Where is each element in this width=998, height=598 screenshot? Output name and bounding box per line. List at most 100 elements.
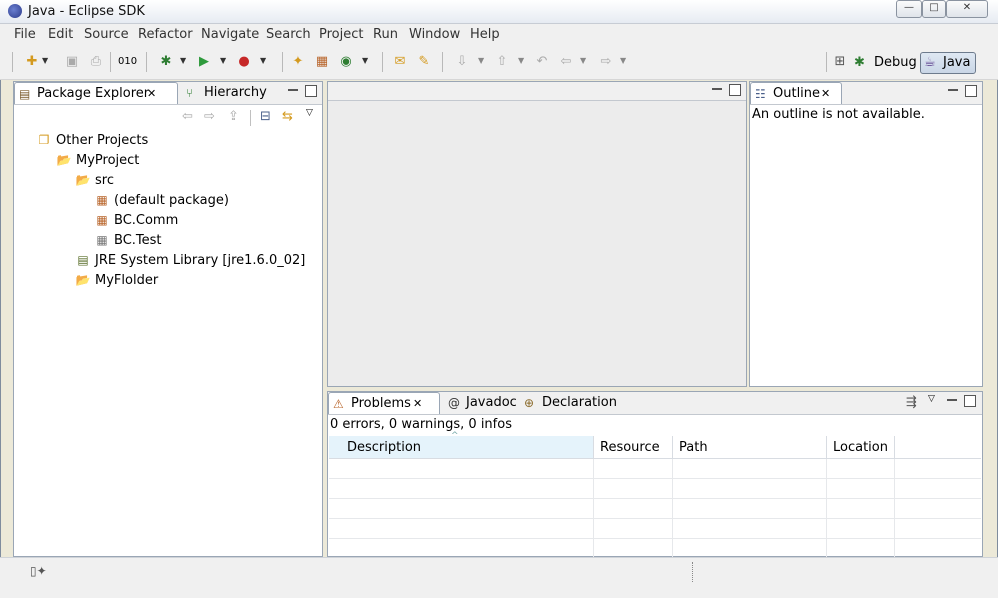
last-edit-location-icon[interactable]: ↶ [534, 54, 550, 70]
minimize-editor-icon[interactable] [712, 88, 722, 90]
column-description[interactable]: Description ^ [329, 431, 594, 459]
new-java-project-icon[interactable]: ✦ [290, 54, 306, 70]
fast-view-icon[interactable]: ▯✦ [30, 564, 47, 578]
package-explorer-tab-bar: ▤ Package Explorer ✕ ⑂ Hierarchy [14, 82, 322, 105]
menu-search[interactable]: Search [266, 27, 311, 42]
table-row[interactable] [329, 538, 981, 559]
column-description-label: Description [347, 439, 422, 455]
column-path[interactable]: Path [672, 436, 827, 459]
tree-item-src[interactable]: 📂 src [75, 171, 114, 189]
save-icon[interactable]: ▣ [64, 54, 80, 70]
close-tab-icon[interactable]: ✕ [821, 83, 830, 105]
back-icon[interactable]: ⇦ [182, 109, 193, 124]
tab-problems-label: Problems [351, 396, 411, 411]
close-tab-icon[interactable]: ✕ [413, 393, 422, 415]
close-window-button[interactable]: ✕ [946, 0, 988, 18]
tree-item-bc-comm[interactable]: ▦ BC.Comm [94, 211, 178, 229]
new-java-package-icon[interactable]: ▦ [314, 54, 330, 70]
forward-icon[interactable]: ⇨ [204, 109, 215, 124]
back-dropdown-icon[interactable]: ▼ [580, 56, 586, 65]
tree-item-jre-system-library[interactable]: ▤ JRE System Library [jre1.6.0_02] [75, 251, 305, 269]
menu-refactor[interactable]: Refactor [138, 27, 193, 42]
open-perspective-icon[interactable]: ⊞ [832, 54, 848, 70]
tree-item-myflolder[interactable]: 📂 MyFlolder [75, 271, 159, 289]
column-resource[interactable]: Resource [593, 436, 673, 459]
next-annotation-icon[interactable]: ⇩ [454, 54, 470, 70]
source-folder-icon: 📂 [75, 173, 91, 187]
binary-icon[interactable]: 010 [118, 54, 137, 70]
back-icon[interactable]: ⇦ [558, 54, 574, 70]
maximize-button[interactable]: □ [922, 0, 946, 18]
table-row[interactable] [329, 458, 981, 479]
collapse-all-icon[interactable]: ⊟ [260, 109, 271, 124]
run-icon[interactable]: ▶ [196, 54, 212, 70]
previous-annotation-dropdown-icon[interactable]: ▼ [518, 56, 524, 65]
view-menu-icon[interactable]: ▽ [306, 108, 313, 118]
tab-hierarchy-label: Hierarchy [204, 85, 267, 100]
status-bar: ▯✦ [0, 557, 998, 598]
tab-outline[interactable]: ☷ Outline ✕ [750, 82, 842, 104]
run-dropdown-icon[interactable]: ▼ [220, 56, 226, 65]
debug-dropdown-icon[interactable]: ▼ [180, 56, 186, 65]
table-row[interactable] [329, 498, 981, 519]
new-wizard-icon[interactable]: ✚ [24, 54, 40, 70]
menu-run[interactable]: Run [373, 27, 398, 42]
working-set-icon: ❐ [38, 133, 50, 147]
new-java-class-icon[interactable]: ◉ [338, 54, 354, 70]
search-icon[interactable]: ✎ [416, 54, 432, 70]
tree-item-label: src [95, 173, 114, 188]
external-tools-icon[interactable]: ● [236, 54, 252, 70]
link-with-editor-icon[interactable]: ⇆ [282, 109, 293, 124]
tree-item-label: MyFlolder [95, 273, 159, 288]
forward-icon[interactable]: ⇨ [598, 54, 614, 70]
menu-file[interactable]: File [14, 27, 36, 42]
maximize-editor-icon[interactable] [729, 84, 741, 96]
menu-project[interactable]: Project [319, 27, 363, 42]
java-perspective-button[interactable]: ☕ Java [920, 52, 976, 74]
debug-perspective-button[interactable]: ✱ Debug [852, 52, 917, 74]
open-type-icon[interactable]: ✉ [392, 54, 408, 70]
next-annotation-dropdown-icon[interactable]: ▼ [478, 56, 484, 65]
tab-package-explorer-label: Package Explorer [37, 86, 150, 101]
minimize-button[interactable]: — [896, 0, 922, 18]
maximize-view-icon[interactable] [965, 85, 977, 97]
view-menu-icon[interactable]: ▽ [928, 394, 935, 404]
tab-javadoc[interactable]: @ Javadoc [444, 392, 518, 414]
tree-item-default-package[interactable]: ▦ (default package) [94, 191, 229, 209]
forward-dropdown-icon[interactable]: ▼ [620, 56, 626, 65]
column-location[interactable]: Location [826, 436, 895, 459]
up-icon[interactable]: ⇪ [228, 109, 239, 124]
tree-item-bc-test[interactable]: ▦ BC.Test [94, 231, 161, 249]
focus-on-active-task-icon[interactable]: ⇶ [906, 395, 917, 410]
tree-item-other-projects[interactable]: ❐ Other Projects [36, 131, 149, 149]
external-tools-dropdown-icon[interactable]: ▼ [260, 56, 266, 65]
tree-item-myproject[interactable]: 📂 MyProject [56, 151, 140, 169]
minimize-view-icon[interactable] [947, 399, 957, 401]
menu-window[interactable]: Window [409, 27, 460, 42]
debug-icon[interactable]: ✱ [158, 54, 174, 70]
tab-hierarchy[interactable]: ⑂ Hierarchy [182, 82, 267, 104]
java-perspective-label: Java [943, 55, 971, 70]
menu-help[interactable]: Help [470, 27, 500, 42]
print-icon[interactable]: ⎙ [88, 54, 104, 70]
tab-package-explorer[interactable]: ▤ Package Explorer ✕ [14, 82, 178, 104]
menu-edit[interactable]: Edit [48, 27, 73, 42]
tab-problems[interactable]: ⚠ Problems ✕ [328, 392, 440, 414]
maximize-view-icon[interactable] [305, 85, 317, 97]
new-dropdown-icon[interactable]: ▼ [42, 56, 48, 65]
package-explorer-view: ▤ Package Explorer ✕ ⑂ Hierarchy ⇦ ⇨ ⇪ ⊟… [13, 81, 323, 557]
table-row[interactable] [329, 518, 981, 539]
new-class-dropdown-icon[interactable]: ▼ [362, 56, 368, 65]
outline-tab-bar: ☷ Outline ✕ [750, 82, 982, 105]
close-tab-icon[interactable]: ✕ [147, 83, 156, 105]
table-row[interactable] [329, 478, 981, 499]
minimize-view-icon[interactable] [948, 89, 958, 91]
minimize-view-icon[interactable] [288, 89, 298, 91]
menu-source[interactable]: Source [84, 27, 129, 42]
previous-annotation-icon[interactable]: ⇧ [494, 54, 510, 70]
menu-navigate[interactable]: Navigate [201, 27, 259, 42]
problems-table: Description ^ Resource Path Location [329, 431, 981, 559]
maximize-view-icon[interactable] [964, 395, 976, 407]
tab-declaration[interactable]: ⊕ Declaration [520, 392, 617, 414]
title-bar[interactable]: Java - Eclipse SDK — □ ✕ [0, 0, 998, 24]
